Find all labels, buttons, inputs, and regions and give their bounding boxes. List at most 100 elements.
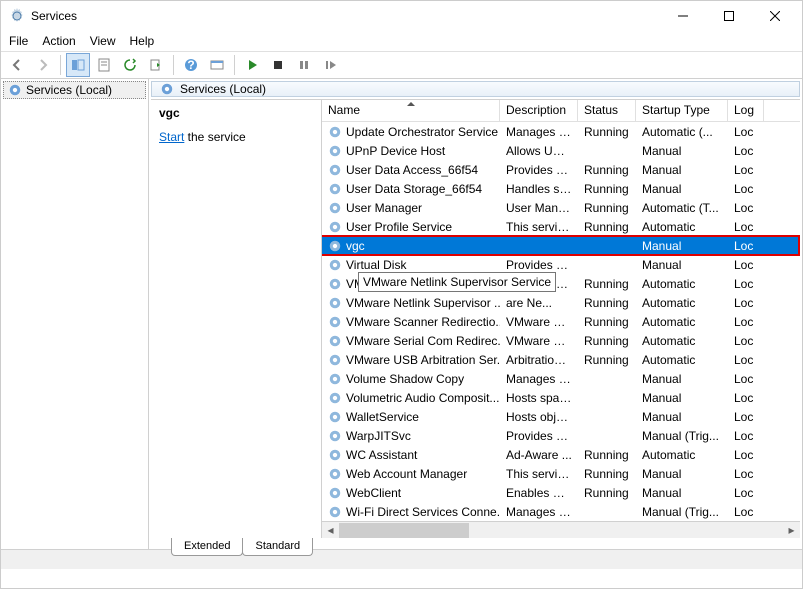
service-row[interactable]: WebClientEnables Win...RunningManualLoc [322, 483, 800, 502]
service-icon [328, 144, 342, 158]
forward-button[interactable] [31, 53, 55, 77]
pause-service-button[interactable] [292, 53, 316, 77]
close-button[interactable] [752, 1, 798, 31]
service-row[interactable]: User Data Storage_66f54Handles sto...Run… [322, 179, 800, 198]
menu-view[interactable]: View [90, 34, 116, 48]
service-row[interactable]: Volume Shadow CopyManages an...ManualLoc [322, 369, 800, 388]
menu-help[interactable]: Help [130, 34, 155, 48]
back-button[interactable] [5, 53, 29, 77]
service-status-cell: Running [578, 467, 636, 481]
service-name-cell: User Data Access_66f54 [346, 163, 478, 177]
restart-service-button[interactable] [318, 53, 342, 77]
service-logon-cell: Loc [728, 258, 764, 272]
service-icon [328, 429, 342, 443]
app-icon [9, 8, 25, 24]
service-startup-cell: Automatic [636, 353, 728, 367]
service-desc-cell: Allows UPn... [500, 144, 578, 158]
start-link[interactable]: Start [159, 130, 184, 144]
service-icon [328, 372, 342, 386]
service-row[interactable]: vgcManualLoc [322, 236, 800, 255]
help-button[interactable]: ? [179, 53, 203, 77]
services-icon [160, 82, 174, 96]
menu-file[interactable]: File [9, 34, 28, 48]
service-row[interactable]: UPnP Device HostAllows UPn...ManualLoc [322, 141, 800, 160]
service-row[interactable]: WalletServiceHosts objec...ManualLoc [322, 407, 800, 426]
service-row[interactable]: Update Orchestrator ServiceManages W...R… [322, 122, 800, 141]
tab-standard[interactable]: Standard [242, 538, 313, 556]
service-startup-cell: Manual (Trig... [636, 429, 728, 443]
show-hide-tree-button[interactable] [66, 53, 90, 77]
menu-action[interactable]: Action [42, 34, 75, 48]
service-row[interactable]: Web Account ManagerThis service ...Runni… [322, 464, 800, 483]
service-logon-cell: Loc [728, 125, 764, 139]
minimize-button[interactable] [660, 1, 706, 31]
service-row[interactable]: VMware Netlink Supervisor ...are Ne...Ru… [322, 293, 800, 312]
service-row[interactable]: WarpJITSvcProvides a JI...Manual (Trig..… [322, 426, 800, 445]
scroll-left-arrow[interactable]: ◂ [322, 522, 339, 539]
service-name-cell: VMware Serial Com Redirec... [346, 334, 500, 348]
service-logon-cell: Loc [728, 182, 764, 196]
tab-extended[interactable]: Extended [171, 538, 243, 556]
service-name-cell: User Data Storage_66f54 [346, 182, 482, 196]
scroll-right-arrow[interactable]: ▸ [783, 522, 800, 539]
service-startup-cell: Manual [636, 239, 728, 253]
service-name-cell: User Profile Service [346, 220, 452, 234]
scroll-thumb[interactable] [339, 523, 469, 538]
service-desc-cell: VMware Ser... [500, 334, 578, 348]
service-row[interactable]: User ManagerUser Manag...RunningAutomati… [322, 198, 800, 217]
service-status-cell: Running [578, 334, 636, 348]
service-row[interactable]: Wi-Fi Direct Services Conne...Manages co… [322, 502, 800, 521]
service-startup-cell: Automatic [636, 334, 728, 348]
column-status[interactable]: Status [578, 100, 636, 121]
service-row[interactable]: User Profile Service This service ...Runn… [322, 217, 800, 236]
properties-button[interactable] [92, 53, 116, 77]
tree-item-services-local[interactable]: Services (Local) [3, 81, 146, 99]
service-logon-cell: Loc [728, 429, 764, 443]
service-status-cell: Running [578, 277, 636, 291]
service-desc-cell: Manages co... [500, 505, 578, 519]
service-row[interactable]: User Data Access_66f54Provides ap...Runn… [322, 160, 800, 179]
service-icon [328, 334, 342, 348]
description-pane: vgc Start the service [151, 100, 321, 538]
service-startup-cell: Manual [636, 391, 728, 405]
export-button[interactable] [144, 53, 168, 77]
services-list: Name Description Status Startup Type Log… [321, 100, 800, 538]
column-name[interactable]: Name [322, 100, 500, 121]
service-startup-cell: Manual [636, 486, 728, 500]
service-logon-cell: Loc [728, 144, 764, 158]
service-name-cell: User Manager [346, 201, 422, 215]
service-startup-cell: Automatic [636, 315, 728, 329]
service-row[interactable]: WC AssistantAd-Aware ...RunningAutomatic… [322, 445, 800, 464]
service-status-cell: Running [578, 296, 636, 310]
service-name-cell: Volume Shadow Copy [346, 372, 464, 386]
service-status-cell: Running [578, 125, 636, 139]
service-row[interactable]: VMware Scanner Redirectio...VMware Sca..… [322, 312, 800, 331]
service-row[interactable]: VMware USB Arbitration Ser...Arbitration… [322, 350, 800, 369]
service-startup-cell: Manual [636, 182, 728, 196]
service-logon-cell: Loc [728, 505, 764, 519]
service-row[interactable]: Volumetric Audio Composit...Hosts spatia… [322, 388, 800, 407]
column-description[interactable]: Description [500, 100, 578, 121]
service-desc-cell: VMware Sca... [500, 315, 578, 329]
column-startup-type[interactable]: Startup Type [636, 100, 728, 121]
start-service-button[interactable] [240, 53, 264, 77]
service-status-cell: Running [578, 220, 636, 234]
stop-service-button[interactable] [266, 53, 290, 77]
maximize-button[interactable] [706, 1, 752, 31]
service-icon [328, 201, 342, 215]
service-icon [328, 353, 342, 367]
service-logon-cell: Loc [728, 372, 764, 386]
service-logon-cell: Loc [728, 201, 764, 215]
refresh-button[interactable] [118, 53, 142, 77]
service-row[interactable]: VMware Serial Com Redirec...VMware Ser..… [322, 331, 800, 350]
service-name-cell: Update Orchestrator Service [346, 125, 498, 139]
service-name-cell: Virtual Disk [346, 258, 406, 272]
column-log-on-as[interactable]: Log [728, 100, 764, 121]
console-tree-button[interactable] [205, 53, 229, 77]
service-icon [328, 410, 342, 424]
horizontal-scrollbar[interactable]: ◂ ▸ [322, 521, 800, 538]
service-status-cell: Running [578, 486, 636, 500]
toolbar: ? [1, 51, 802, 79]
service-icon [328, 220, 342, 234]
service-desc-cell: This service ... [500, 220, 578, 234]
